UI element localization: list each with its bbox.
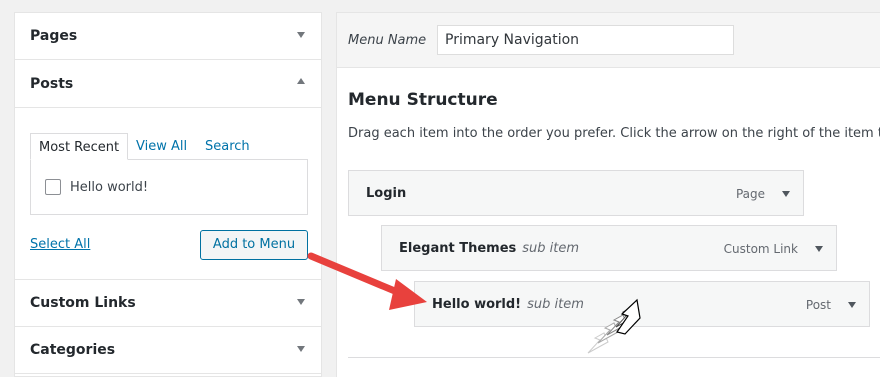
menu-name-input[interactable]: Primary Navigation [437, 25, 734, 55]
menu-editor-panel: Menu Name Primary Navigation Menu Struct… [336, 12, 880, 377]
add-menu-items-panel: Pages Posts Most Recent View All Search … [14, 12, 322, 377]
pages-section-title: Pages [30, 28, 78, 44]
posts-section-body: Most Recent View All Search Hello world!… [15, 108, 321, 280]
custom-links-section-header[interactable]: Custom Links [15, 280, 321, 327]
menu-item-title: Hello world! sub item [432, 297, 584, 312]
chevron-down-icon [297, 299, 305, 305]
chevron-down-icon [297, 32, 305, 38]
select-all-link[interactable]: Select All [30, 237, 90, 252]
menu-item-title: Elegant Themes sub item [399, 241, 580, 256]
menu-structure-instructions: Drag each item into the order you prefer… [348, 126, 880, 141]
chevron-up-icon [297, 78, 305, 84]
chevron-down-icon[interactable] [782, 191, 790, 197]
menu-name-bar: Menu Name Primary Navigation [337, 13, 880, 68]
most-recent-list: Hello world! [30, 159, 308, 215]
menu-structure-title: Menu Structure [348, 90, 498, 110]
posts-tabs: Most Recent View All Search [30, 133, 310, 160]
custom-links-section-title: Custom Links [30, 295, 136, 311]
menu-item-title: Login [366, 186, 407, 201]
chevron-down-icon [297, 346, 305, 352]
menu-item-dragging[interactable]: Hello world! sub item Post [414, 281, 870, 327]
menu-item-type: Page [735, 187, 765, 201]
tab-view-all[interactable]: View All [136, 133, 187, 160]
posts-section-title: Posts [30, 76, 74, 92]
tab-most-recent[interactable]: Most Recent [30, 133, 128, 160]
posts-section-header[interactable]: Posts [15, 60, 321, 108]
add-to-menu-button[interactable]: Add to Menu [200, 230, 308, 260]
menu-item-type: Post [805, 298, 831, 312]
menu-item[interactable]: Login Page [348, 170, 804, 216]
categories-section-title: Categories [30, 342, 116, 358]
menu-item-sub-label: sub item [527, 297, 584, 312]
menu-item-sub-label: sub item [522, 241, 580, 256]
tab-search[interactable]: Search [205, 133, 250, 160]
post-checkbox-label[interactable]: Hello world! [70, 180, 148, 195]
chevron-down-icon[interactable] [848, 302, 856, 308]
menu-name-label: Menu Name [348, 33, 427, 48]
menu-item[interactable]: Elegant Themes sub item Custom Link [381, 225, 837, 271]
divider [348, 357, 880, 358]
chevron-down-icon[interactable] [815, 246, 823, 252]
menu-item-type: Custom Link [723, 242, 798, 256]
categories-section-header[interactable]: Categories [15, 327, 321, 374]
pages-section-header[interactable]: Pages [15, 13, 321, 60]
post-checkbox[interactable] [45, 179, 61, 195]
